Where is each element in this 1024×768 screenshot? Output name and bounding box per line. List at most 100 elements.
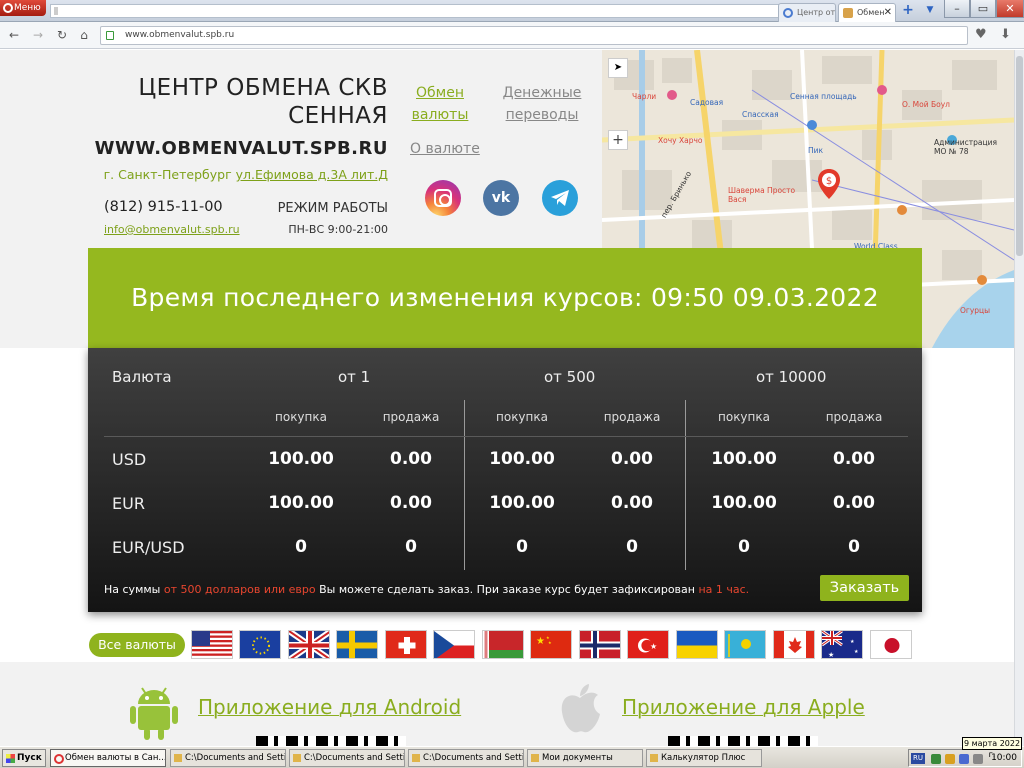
- reload-icon[interactable]: ↻: [54, 28, 70, 43]
- svg-text:$: $: [826, 176, 832, 187]
- kazakhstan-flag-icon[interactable]: [724, 630, 766, 659]
- norway-flag-icon[interactable]: [579, 630, 621, 659]
- locate-icon[interactable]: ➤: [608, 58, 628, 78]
- hours-value: ПН-ВС 9:00-21:00: [288, 223, 388, 236]
- url-field[interactable]: www.obmenvalut.spb.ru: [100, 26, 968, 45]
- turkey-flag-icon[interactable]: ★: [627, 630, 669, 659]
- eu-flag-icon[interactable]: [239, 630, 281, 659]
- browser-menu-button[interactable]: Меню: [0, 0, 46, 16]
- table-row: EUR 100.00 0.00 100.00 0.00 100.00 0.00: [88, 490, 922, 520]
- tab-center-exchange[interactable]: Центр от: [778, 3, 836, 22]
- hours-label: РЕЖИМ РАБОТЫ: [277, 201, 388, 216]
- sweden-flag-icon[interactable]: [336, 630, 378, 659]
- sell-header: продажа: [825, 410, 883, 424]
- tab-menu-icon[interactable]: ▼: [922, 2, 938, 19]
- tab-favicon-icon: [783, 8, 793, 18]
- rate-value: 100.00: [489, 493, 555, 513]
- map-label: Пик: [808, 146, 824, 155]
- maximize-button[interactable]: ▭: [970, 0, 996, 18]
- nav-about-link[interactable]: О валюте: [410, 141, 480, 157]
- new-tab-button[interactable]: +: [900, 2, 916, 19]
- rate-value: 0.00: [390, 449, 432, 469]
- address-bar: ← → ↻ ⌂ www.obmenvalut.spb.ru ♥ ⬇: [0, 22, 1024, 49]
- table-row: USD 100.00 0.00 100.00 0.00 100.00 0.00: [88, 446, 922, 476]
- china-flag-icon[interactable]: ★ ★ ★: [530, 630, 572, 659]
- switzerland-flag-icon[interactable]: [385, 630, 427, 659]
- apple-app-link[interactable]: Приложение для Apple: [622, 695, 865, 719]
- lock-icon: [106, 31, 114, 40]
- buy-header: покупка: [275, 410, 327, 424]
- taskbar-item[interactable]: Калькулятор Плюс: [646, 749, 762, 767]
- taskbar-item[interactable]: C:\Documents and Settin...: [170, 749, 286, 767]
- uk-flag-icon[interactable]: [288, 630, 330, 659]
- back-icon[interactable]: ←: [6, 28, 22, 43]
- close-window-button[interactable]: ✕: [996, 0, 1024, 18]
- opera-logo-icon: [3, 3, 13, 13]
- rate-value: 100.00: [268, 493, 334, 513]
- scrollbar-thumb[interactable]: [1016, 56, 1023, 256]
- address-street-link[interactable]: ул.Ефимова д.3А лит.Д: [236, 167, 388, 182]
- phone-number[interactable]: (812) 915-11-00: [104, 199, 223, 215]
- japan-flag-icon[interactable]: [870, 630, 912, 659]
- tray-app-icon[interactable]: [931, 754, 941, 764]
- rate-value: 0: [516, 537, 528, 557]
- email-link[interactable]: info@obmenvalut.spb.ru: [104, 223, 240, 236]
- taskbar-item[interactable]: C:\Documents and Settin...: [289, 749, 405, 767]
- system-tray: RU 10:00: [908, 749, 1022, 767]
- order-button[interactable]: Заказать: [820, 575, 909, 601]
- order-note: На суммы от 500 долларов или евро Вы мож…: [104, 583, 750, 596]
- download-icon[interactable]: ⬇: [1000, 27, 1011, 42]
- czech-flag-icon[interactable]: [433, 630, 475, 659]
- android-app-link[interactable]: Приложение для Android: [198, 695, 461, 719]
- currency-name: EUR: [112, 494, 145, 513]
- sell-header: продажа: [382, 410, 440, 424]
- table-row: EUR/USD 0 0 0 0 0 0: [88, 534, 922, 564]
- map-label: Чарли: [632, 92, 657, 101]
- vk-icon[interactable]: vk: [483, 180, 519, 216]
- tray-network-icon[interactable]: [959, 754, 969, 764]
- language-indicator[interactable]: RU: [911, 753, 925, 764]
- page-content: ЦЕНТР ОБМЕНА СКВ СЕННАЯ WWW.OBMENVALUT.S…: [0, 50, 1014, 746]
- tray-app-icon[interactable]: [945, 754, 955, 764]
- minimize-button[interactable]: –: [944, 0, 970, 18]
- scrollbar[interactable]: [1014, 50, 1024, 746]
- rate-value: 0.00: [833, 449, 875, 469]
- usa-flag-icon[interactable]: [191, 630, 233, 659]
- taskbar: Пуск Обмен валюты в Сан... C:\Documents …: [0, 746, 1024, 768]
- rate-value: 0.00: [833, 493, 875, 513]
- svg-text:★: ★: [548, 640, 552, 645]
- belarus-flag-icon[interactable]: [482, 630, 524, 659]
- home-icon[interactable]: ⌂: [76, 28, 92, 43]
- tier-header: от 10000: [756, 368, 827, 386]
- australia-flag-icon[interactable]: ★ ★ ★: [821, 630, 863, 659]
- buy-header: покупка: [496, 410, 548, 424]
- rate-value: 100.00: [268, 449, 334, 469]
- instagram-icon[interactable]: [425, 180, 461, 216]
- nav-exchange-link[interactable]: Обмен валюты: [404, 82, 476, 126]
- taskbar-item[interactable]: C:\Documents and Settin...: [408, 749, 524, 767]
- tab-exchange-active[interactable]: Обмен ✕: [838, 3, 896, 22]
- rate-value: 0: [848, 537, 860, 557]
- canada-flag-icon[interactable]: [773, 630, 815, 659]
- svg-text:★: ★: [854, 649, 859, 655]
- tier-header: от 1: [338, 368, 371, 386]
- rate-value: 0.00: [611, 493, 653, 513]
- tray-volume-icon[interactable]: [973, 754, 983, 764]
- date-tooltip: 9 марта 2022 г.: [962, 737, 1022, 759]
- map-label: Сенная площадь: [790, 92, 857, 101]
- forward-icon[interactable]: →: [30, 28, 46, 43]
- rate-value: 0.00: [611, 449, 653, 469]
- start-button[interactable]: Пуск: [2, 749, 46, 767]
- taskbar-item[interactable]: Обмен валюты в Сан...: [50, 749, 166, 767]
- all-currencies-button[interactable]: Все валюты: [89, 633, 185, 657]
- telegram-icon[interactable]: [542, 180, 578, 216]
- ukraine-flag-icon[interactable]: [676, 630, 718, 659]
- heart-icon[interactable]: ♥: [975, 27, 987, 42]
- map-label: Шаверма Просто Вася: [728, 186, 796, 204]
- taskbar-item[interactable]: Мои документы: [527, 749, 643, 767]
- nav-transfer-link[interactable]: Денежные переводы: [496, 82, 588, 126]
- close-tab-icon[interactable]: ✕: [884, 7, 892, 18]
- zoom-in-button[interactable]: +: [608, 130, 628, 150]
- map-label: Огурцы: [960, 306, 991, 315]
- map-pin-icon[interactable]: $: [816, 168, 842, 200]
